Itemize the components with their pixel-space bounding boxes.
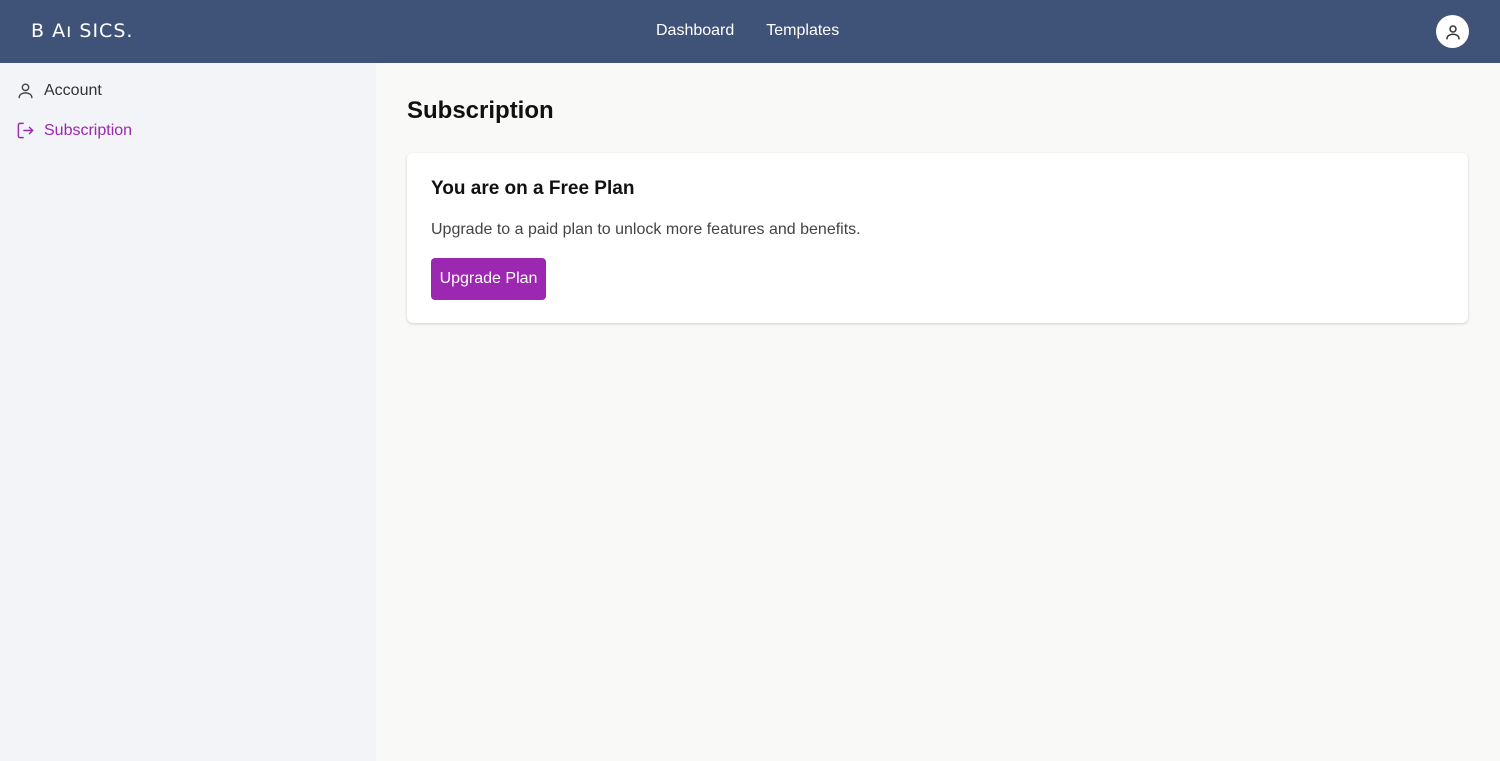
sidebar-item-label: Account [44,81,102,99]
main-content: Subscription You are on a Free Plan Upgr… [376,63,1500,761]
sidebar-item-subscription[interactable]: Subscription [16,121,132,140]
sidebar-item-label: Subscription [44,121,133,139]
upgrade-plan-button[interactable]: Upgrade Plan [431,258,546,300]
user-icon [18,83,33,99]
plan-card: You are on a Free Plan Upgrade to a paid… [407,153,1468,323]
main-nav: Dashboard Templates [656,20,839,42]
nav-dashboard-link[interactable]: Dashboard [656,20,734,42]
app-logo[interactable]: B Aı SICS. [31,19,133,43]
sidebar-item-account[interactable]: Account [16,81,102,100]
page-title: Subscription [407,97,554,124]
user-icon [1445,24,1460,39]
user-avatar-button[interactable] [1436,15,1469,48]
plan-card-title: You are on a Free Plan [431,178,635,199]
sidebar: Account Subscription [0,63,376,761]
plan-card-description: Upgrade to a paid plan to unlock more fe… [431,221,861,238]
nav-templates-link[interactable]: Templates [766,20,839,42]
top-navbar: B Aı SICS. Dashboard Templates [0,0,1500,63]
logout-arrow-icon [17,122,34,139]
